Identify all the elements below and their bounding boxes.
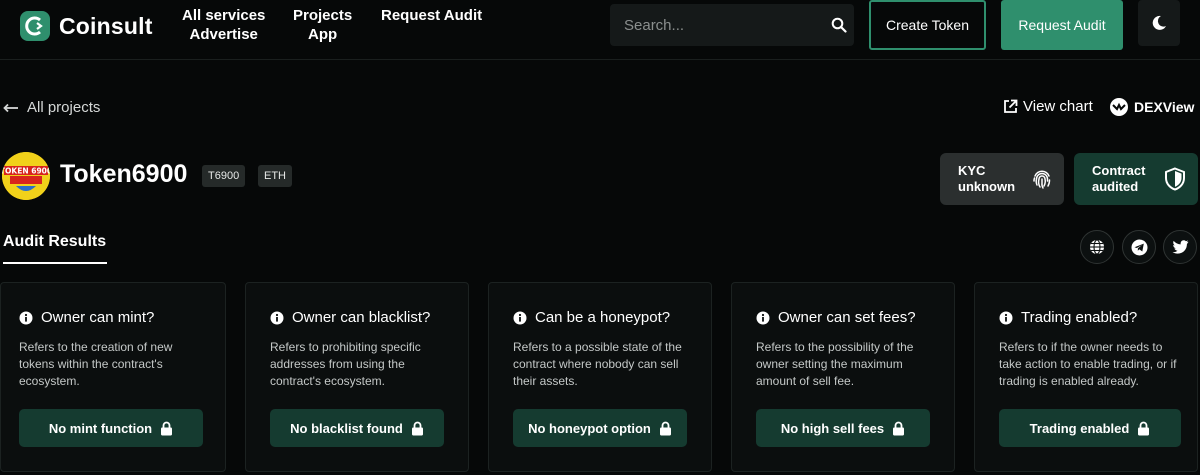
result-badge: No mint function	[19, 409, 203, 447]
contract-status-label: Contract audited	[1092, 163, 1146, 194]
dexview-logo-icon	[1110, 98, 1128, 116]
result-badge-label: No honeypot option	[528, 420, 651, 436]
lock-icon	[893, 421, 905, 435]
result-title: Owner can mint?	[41, 309, 155, 326]
token-chain-tag: ETH	[258, 165, 292, 187]
theme-toggle-button[interactable]	[1138, 0, 1180, 46]
lock-icon	[161, 421, 173, 435]
view-chart-label: View chart	[1023, 98, 1093, 115]
search-button[interactable]	[823, 4, 854, 46]
result-description: Refers to if the owner needs to take act…	[999, 340, 1177, 388]
info-icon	[19, 311, 33, 324]
result-card-fees: Owner can set fees? Refers to the possib…	[731, 282, 955, 472]
lock-icon	[659, 421, 671, 435]
token-logo-image: TOKEN 6900	[2, 152, 50, 200]
info-icon	[756, 311, 770, 324]
result-title: Trading enabled?	[1021, 309, 1138, 326]
result-badge-label: Trading enabled	[1029, 420, 1130, 436]
coinsult-logo-icon	[20, 11, 50, 41]
globe-icon	[1090, 239, 1104, 255]
info-icon	[999, 311, 1013, 324]
token-logo: TOKEN 6900	[2, 152, 50, 200]
result-card-header: Can be a honeypot?	[513, 309, 670, 326]
search-box	[610, 4, 854, 46]
nav-projects[interactable]: Projects	[293, 6, 352, 25]
search-input[interactable]	[610, 4, 823, 46]
tab-audit-results[interactable]: Audit Results	[3, 233, 107, 264]
result-card-blacklist: Owner can blacklist? Refers to prohibiti…	[245, 282, 469, 472]
result-card-header: Owner can set fees?	[756, 309, 916, 326]
external-link-icon	[1004, 99, 1018, 113]
result-badge: No blacklist found	[270, 409, 444, 447]
kyc-status-card[interactable]: KYC unknown	[940, 153, 1064, 205]
result-card-honeypot: Can be a honeypot? Refers to a possible …	[488, 282, 712, 472]
result-card-header: Owner can blacklist?	[270, 309, 430, 326]
request-audit-button[interactable]: Request Audit	[1001, 0, 1123, 50]
result-description: Refers to the possibility of the owner s…	[756, 340, 914, 388]
result-card-trading: Trading enabled? Refers to if the owner …	[974, 282, 1198, 472]
result-description: Refers to prohibiting specific addresses…	[270, 340, 421, 388]
nav-advertise[interactable]: Advertise	[190, 25, 258, 44]
dexview-label: DEXView	[1134, 99, 1195, 115]
contract-status-card[interactable]: Contract audited	[1074, 153, 1198, 205]
moon-icon	[1152, 15, 1166, 30]
twitter-icon	[1172, 240, 1188, 254]
result-card-header: Owner can mint?	[19, 309, 154, 326]
result-card-mint: Owner can mint? Refers to the creation o…	[0, 282, 226, 472]
view-chart-link[interactable]: View chart	[1003, 98, 1093, 115]
nav-app[interactable]: App	[308, 25, 337, 44]
shield-icon	[1165, 167, 1185, 191]
result-description: Refers to the creation of new tokens wit…	[19, 340, 173, 388]
result-badge: Trading enabled	[999, 409, 1181, 447]
nav-group-1: All services Advertise	[182, 6, 265, 44]
nav-group-2: Projects App	[293, 6, 352, 44]
result-badge-label: No mint function	[48, 420, 153, 436]
dexview-link[interactable]: DEXView	[1109, 97, 1194, 117]
website-button[interactable]	[1080, 230, 1114, 264]
back-to-projects-link[interactable]: All projects	[3, 99, 100, 116]
token-symbol-tag: T6900	[202, 165, 246, 187]
top-header: Coinsult All services Advertise Projects…	[0, 0, 1200, 60]
result-card-header: Trading enabled?	[999, 309, 1137, 326]
result-badge-label: No high sell fees	[780, 420, 885, 436]
nav-request-audit[interactable]: Request Audit	[381, 6, 482, 25]
coinsult-logo[interactable]: Coinsult	[20, 9, 153, 43]
back-label: All projects	[27, 99, 101, 116]
arrow-left-icon	[3, 103, 18, 112]
nav-all-services[interactable]: All services	[182, 6, 265, 25]
lock-icon	[411, 421, 423, 435]
result-badge: No high sell fees	[756, 409, 930, 447]
result-title: Owner can set fees?	[778, 309, 916, 326]
nav-group-3: Request Audit	[381, 6, 482, 25]
result-title: Owner can blacklist?	[292, 309, 431, 326]
result-badge: No honeypot option	[513, 409, 687, 447]
search-icon	[831, 17, 847, 33]
create-token-button[interactable]: Create Token	[869, 0, 986, 50]
twitter-button[interactable]	[1163, 230, 1197, 264]
lock-icon	[1138, 421, 1150, 435]
svg-text:TOKEN 6900: TOKEN 6900	[2, 167, 50, 176]
result-description: Refers to a possible state of the contra…	[513, 340, 682, 388]
result-title: Can be a honeypot?	[535, 309, 671, 326]
fingerprint-icon	[1033, 170, 1051, 189]
logo-text: Coinsult	[59, 12, 153, 39]
result-badge-label: No blacklist found	[290, 420, 403, 436]
telegram-icon	[1131, 239, 1147, 255]
telegram-button[interactable]	[1122, 230, 1156, 264]
kyc-status-label: KYC unknown	[958, 163, 1016, 194]
info-icon	[270, 311, 284, 324]
info-icon	[513, 311, 527, 324]
token-name: Token6900	[60, 160, 188, 188]
